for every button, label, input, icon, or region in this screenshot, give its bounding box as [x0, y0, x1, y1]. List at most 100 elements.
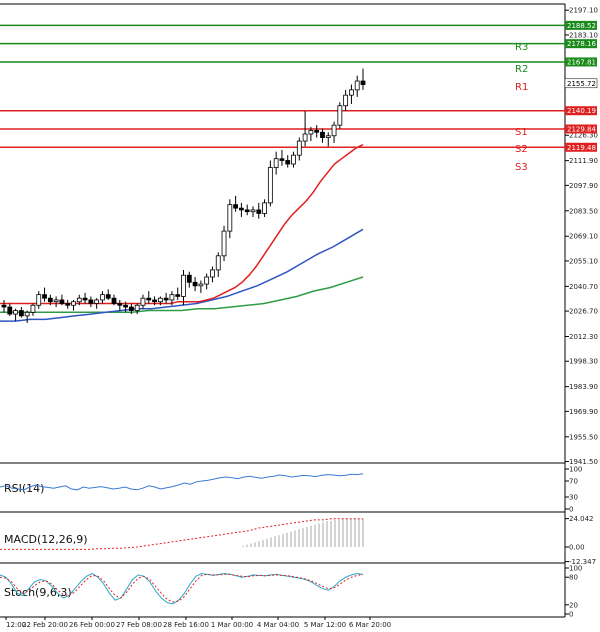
- candle-body: [88, 299, 94, 304]
- rsi-tick-label: 100: [569, 466, 582, 474]
- candle-body: [296, 140, 302, 156]
- candle-body: [239, 207, 244, 211]
- rsi-tick-label: 30: [569, 494, 578, 502]
- candle-body: [204, 276, 210, 285]
- level-value-label: 2140.19: [567, 107, 596, 115]
- current-price-tag: 2155.72: [564, 78, 598, 89]
- level-name-label: S1: [515, 127, 528, 138]
- current-price-label: 2155.72: [567, 80, 596, 88]
- stoch-tick-label: 100: [569, 565, 582, 573]
- price-tick-label: 2069.10: [569, 233, 598, 241]
- price-tick-label: 2083.50: [569, 207, 598, 215]
- price-tick-label: 1983.90: [569, 383, 598, 391]
- level-value-label: 2129.84: [567, 125, 596, 133]
- candle-body: [267, 167, 273, 204]
- candle-body: [250, 209, 256, 213]
- candle-body: [175, 294, 181, 297]
- candle-body: [7, 306, 13, 315]
- level-value-label: 2119.48: [567, 144, 596, 152]
- candle-body: [291, 154, 296, 165]
- candle-body: [262, 202, 267, 214]
- candle-body: [256, 209, 262, 214]
- stoch-tick-label: 80: [569, 574, 578, 582]
- rsi-tick-label: 0: [569, 506, 573, 514]
- candle-body: [285, 160, 291, 165]
- price-tick-label: 2183.10: [569, 31, 598, 39]
- candle-body: [314, 130, 320, 133]
- price-tick-label: 2197.10: [569, 7, 598, 15]
- candle-body: [123, 304, 128, 308]
- candle-body: [146, 297, 152, 301]
- level-value-label: 2167.81: [567, 58, 596, 66]
- candle-body: [105, 294, 111, 299]
- candle-body: [13, 310, 18, 315]
- candle-body: [331, 124, 337, 137]
- level-name-label: S3: [515, 162, 528, 173]
- price-tick-label: 1969.90: [569, 408, 598, 416]
- candle-body: [117, 303, 123, 306]
- candle-body: [360, 80, 366, 85]
- price-tick-label: 2012.30: [569, 333, 598, 341]
- candle-body: [30, 304, 36, 313]
- price-tick-label: 1998.30: [569, 358, 598, 366]
- candle-body: [152, 299, 157, 303]
- candle-body: [273, 158, 279, 168]
- stoch-tick-label: 0: [569, 611, 573, 619]
- candle-body: [227, 204, 233, 232]
- candle-body: [343, 94, 349, 107]
- time-tick-label: 6 Mar 20:00: [349, 621, 391, 629]
- candle-body: [210, 269, 215, 278]
- candle-body: [53, 299, 59, 303]
- candle-body: [337, 105, 343, 126]
- price-tick-label: 2055.10: [569, 257, 598, 265]
- level-value-label: 2188.52: [567, 22, 596, 30]
- level-value-label: 2178.16: [567, 40, 596, 48]
- price-chart: 2197.102183.102126.302111.902097.902083.…: [0, 0, 600, 632]
- candle-body: [47, 297, 53, 303]
- time-tick-label: 4 Mar 04:00: [257, 621, 299, 629]
- candle-body: [128, 306, 134, 311]
- macd-label: MACD(12,26,9): [4, 533, 88, 546]
- time-tick-label: 28 Feb 16:00: [163, 621, 209, 629]
- candle-body: [94, 299, 100, 304]
- price-tick-label: 2026.70: [569, 308, 598, 316]
- candle-body: [18, 310, 24, 317]
- candle-body: [320, 131, 325, 138]
- macd-tick-label: 0.00: [569, 544, 585, 552]
- candle-body: [308, 130, 314, 135]
- time-tick-label: 1 Mar 00:00: [211, 621, 253, 629]
- candle-body: [42, 294, 47, 299]
- candle-body: [65, 303, 71, 306]
- candle-body: [134, 304, 140, 311]
- candle-body: [302, 133, 308, 142]
- candle-body: [325, 135, 331, 138]
- candle-body: [82, 297, 88, 301]
- candle-body: [354, 80, 360, 91]
- time-tick-label: 5 Mar 12:00: [304, 621, 346, 629]
- candle-body: [186, 274, 192, 283]
- candle-body: [100, 294, 105, 301]
- candle-body: [181, 274, 186, 297]
- rsi-tick-label: 70: [569, 478, 578, 486]
- level-name-label: S2: [515, 144, 528, 155]
- candle-body: [192, 281, 198, 287]
- candle-body: [140, 297, 146, 306]
- price-tick-label: 2040.70: [569, 283, 598, 291]
- level-name-label: R2: [515, 64, 528, 75]
- price-tick-label: 2111.90: [569, 157, 598, 165]
- candle-body: [157, 297, 163, 303]
- candle-body: [198, 283, 204, 287]
- candle-body: [76, 297, 82, 303]
- rsi-label: RSI(14): [4, 482, 44, 495]
- candle-body: [215, 255, 221, 271]
- candle-body: [221, 230, 227, 257]
- time-tick-label: 26 Feb 00:00: [69, 621, 115, 629]
- candle-body: [71, 301, 76, 306]
- candle-body: [24, 311, 30, 317]
- candle-body: [279, 158, 285, 161]
- time-tick-label: 22 Feb 20:00: [22, 621, 68, 629]
- candle-body: [36, 294, 42, 306]
- candle-body: [244, 209, 250, 213]
- candle-body: [169, 294, 175, 301]
- price-tick-label: 1955.50: [569, 433, 598, 441]
